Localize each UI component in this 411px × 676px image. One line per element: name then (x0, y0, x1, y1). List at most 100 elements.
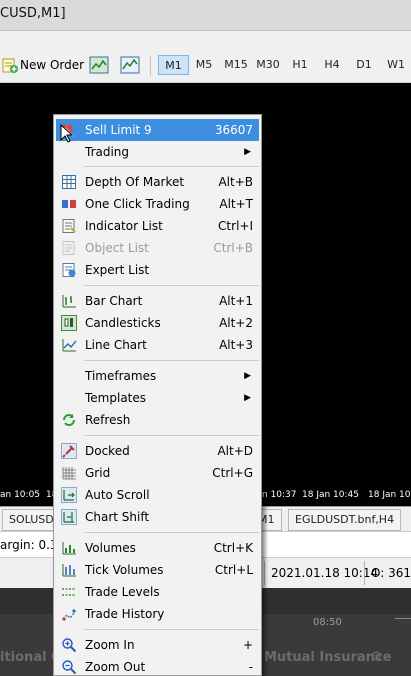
menu-item-tick-volumes[interactable]: Tick Volumes Ctrl+L (56, 559, 259, 581)
menu-item-shortcut: Alt+D (217, 444, 253, 458)
menu-item-zoom-in[interactable]: Zoom In + (56, 634, 259, 656)
time-label: 18 Jan 10:45 (302, 490, 359, 500)
chart-window-icon (89, 56, 109, 74)
axis-time-label: 08:50 (313, 617, 342, 628)
timeframe-w1[interactable]: W1 (382, 55, 410, 75)
window-title: CUSD,M1] (0, 6, 66, 21)
submenu-arrow-icon: ▶ (244, 393, 251, 403)
menu-item-shortcut: Ctrl+G (212, 466, 253, 480)
menu-item-shortcut: Ctrl+L (214, 563, 253, 577)
new-order-button[interactable]: New Order (2, 54, 84, 76)
toolbar: New Order M1 M5 M15 M30 H1 H4 D1 W1 (0, 48, 411, 83)
menu-item-volumes[interactable]: Volumes Ctrl+K (56, 537, 259, 559)
menu-item-shortcut: Ctrl+I (218, 219, 253, 233)
one-click-trading-icon (62, 200, 76, 208)
menu-item-label: Timeframes (85, 369, 157, 383)
timeframe-h1[interactable]: H1 (287, 55, 313, 75)
menu-item-depth-of-market[interactable]: Depth Of Market Alt+B (56, 171, 259, 193)
submenu-arrow-icon: ▶ (244, 371, 251, 381)
menu-item-shortcut: Alt+3 (219, 338, 253, 352)
menu-item-one-click-trading[interactable]: One Click Trading Alt+T (56, 193, 259, 215)
new-order-icon (2, 58, 18, 73)
menu-item-shortcut: + (242, 638, 253, 652)
menu-item-grid[interactable]: Grid Ctrl+G (56, 462, 259, 484)
menu-item-shortcut: Alt+2 (219, 316, 253, 330)
menu-item-shortcut: Alt+T (219, 197, 253, 211)
menu-item-label: Tick Volumes (85, 563, 164, 577)
menu-item-indicator-list[interactable]: Indicator List Ctrl+I (56, 215, 259, 237)
menu-item-label: Line Chart (85, 338, 147, 352)
axis-tick (395, 618, 411, 619)
menu-item-trade-levels[interactable]: Trade Levels (56, 581, 259, 603)
menu-item-templates[interactable]: Templates ▶ (56, 387, 259, 409)
menu-item-label: Candlesticks (85, 316, 161, 330)
depth-of-market-icon (62, 175, 76, 189)
menu-item-refresh[interactable]: Refresh (56, 409, 259, 431)
timeframe-m15[interactable]: M15 (221, 55, 251, 75)
menu-item-timeframes[interactable]: Timeframes ▶ (56, 365, 259, 387)
timeframe-m1[interactable]: M1 (158, 55, 189, 75)
menu-item-label: Indicator List (85, 219, 163, 233)
menu-separator (84, 435, 259, 436)
title-bar: CUSD,M1] (0, 0, 411, 31)
menu-separator (84, 285, 259, 286)
menu-separator (84, 166, 259, 167)
chart-window-button[interactable] (89, 54, 109, 76)
menu-item-line-chart[interactable]: Line Chart Alt+3 (56, 334, 259, 356)
line-chart-icon (62, 339, 77, 352)
chart-tab-egldusdt[interactable]: EGLDUSDT.bnf,H4 (288, 509, 402, 531)
menu-item-trading[interactable]: Trading ▶ (56, 141, 259, 163)
zoom-in-icon (62, 638, 77, 653)
auto-scroll-icon (61, 487, 77, 503)
menu-strip (0, 31, 411, 48)
docked-pin-icon (61, 443, 77, 459)
volumes-icon (62, 542, 76, 555)
menu-item-chart-shift[interactable]: Chart Shift (56, 506, 259, 528)
menu-item-shortcut: Alt+B (218, 175, 253, 189)
menu-item-label: Docked (85, 444, 130, 458)
menu-item-candlesticks[interactable]: Candlesticks Alt+2 (56, 312, 259, 334)
toolbar-divider (150, 56, 151, 76)
menu-item-label: Sell Limit 9 (85, 123, 152, 137)
menu-item-sell-limit-9[interactable]: Sell Limit 9 36607 (56, 119, 259, 141)
menu-item-expert-list[interactable]: Expert List (56, 259, 259, 281)
menu-item-label: One Click Trading (85, 197, 190, 211)
menu-item-shortcut: - (248, 660, 253, 674)
ad-text-left: itional 0 (0, 650, 61, 665)
status-open: O: 36195 (364, 561, 411, 585)
menu-item-label: Chart Shift (85, 510, 150, 524)
menu-item-shortcut: Ctrl+K (213, 541, 253, 555)
menu-item-auto-scroll[interactable]: Auto Scroll (56, 484, 259, 506)
menu-item-object-list: Object List Ctrl+B (56, 237, 259, 259)
arrow-right-icon[interactable]: ⊙ (371, 649, 382, 664)
grid-icon (62, 467, 76, 480)
templates-button[interactable] (120, 54, 142, 76)
bar-chart-icon (62, 295, 76, 308)
menu-item-shortcut: Alt+1 (219, 294, 253, 308)
menu-item-label: Templates (85, 391, 147, 405)
timeframe-h4[interactable]: H4 (319, 55, 345, 75)
menu-item-docked[interactable]: Docked Alt+D (56, 440, 259, 462)
chart-shift-icon (61, 509, 77, 525)
new-order-label: New Order (20, 58, 85, 72)
timeframe-d1[interactable]: D1 (351, 55, 377, 75)
menu-item-label: Trade Levels (85, 585, 160, 599)
menu-item-label: Bar Chart (85, 294, 143, 308)
menu-item-label: Object List (85, 241, 149, 255)
trade-levels-icon (62, 588, 76, 596)
trade-history-icon (62, 609, 76, 621)
menu-item-label: Depth Of Market (85, 175, 185, 189)
menu-item-bar-chart[interactable]: Bar Chart Alt+1 (56, 290, 259, 312)
timeframe-m5[interactable]: M5 (190, 55, 218, 75)
zoom-out-icon (62, 660, 77, 675)
menu-item-label: Trading (85, 145, 130, 159)
mouse-cursor-icon (60, 124, 74, 143)
menu-item-zoom-out[interactable]: Zoom Out - (56, 656, 259, 675)
timeframe-m30[interactable]: M30 (253, 55, 283, 75)
indicator-list-icon (62, 219, 76, 233)
menu-item-trade-history[interactable]: Trade History (56, 603, 259, 625)
menu-separator (84, 532, 259, 533)
status-datetime: 2021.01.18 10:14 (264, 561, 378, 585)
context-menu: Sell Limit 9 36607 Trading ▶ Depth Of Market… (53, 114, 262, 676)
menu-item-label: Volumes (85, 541, 136, 555)
